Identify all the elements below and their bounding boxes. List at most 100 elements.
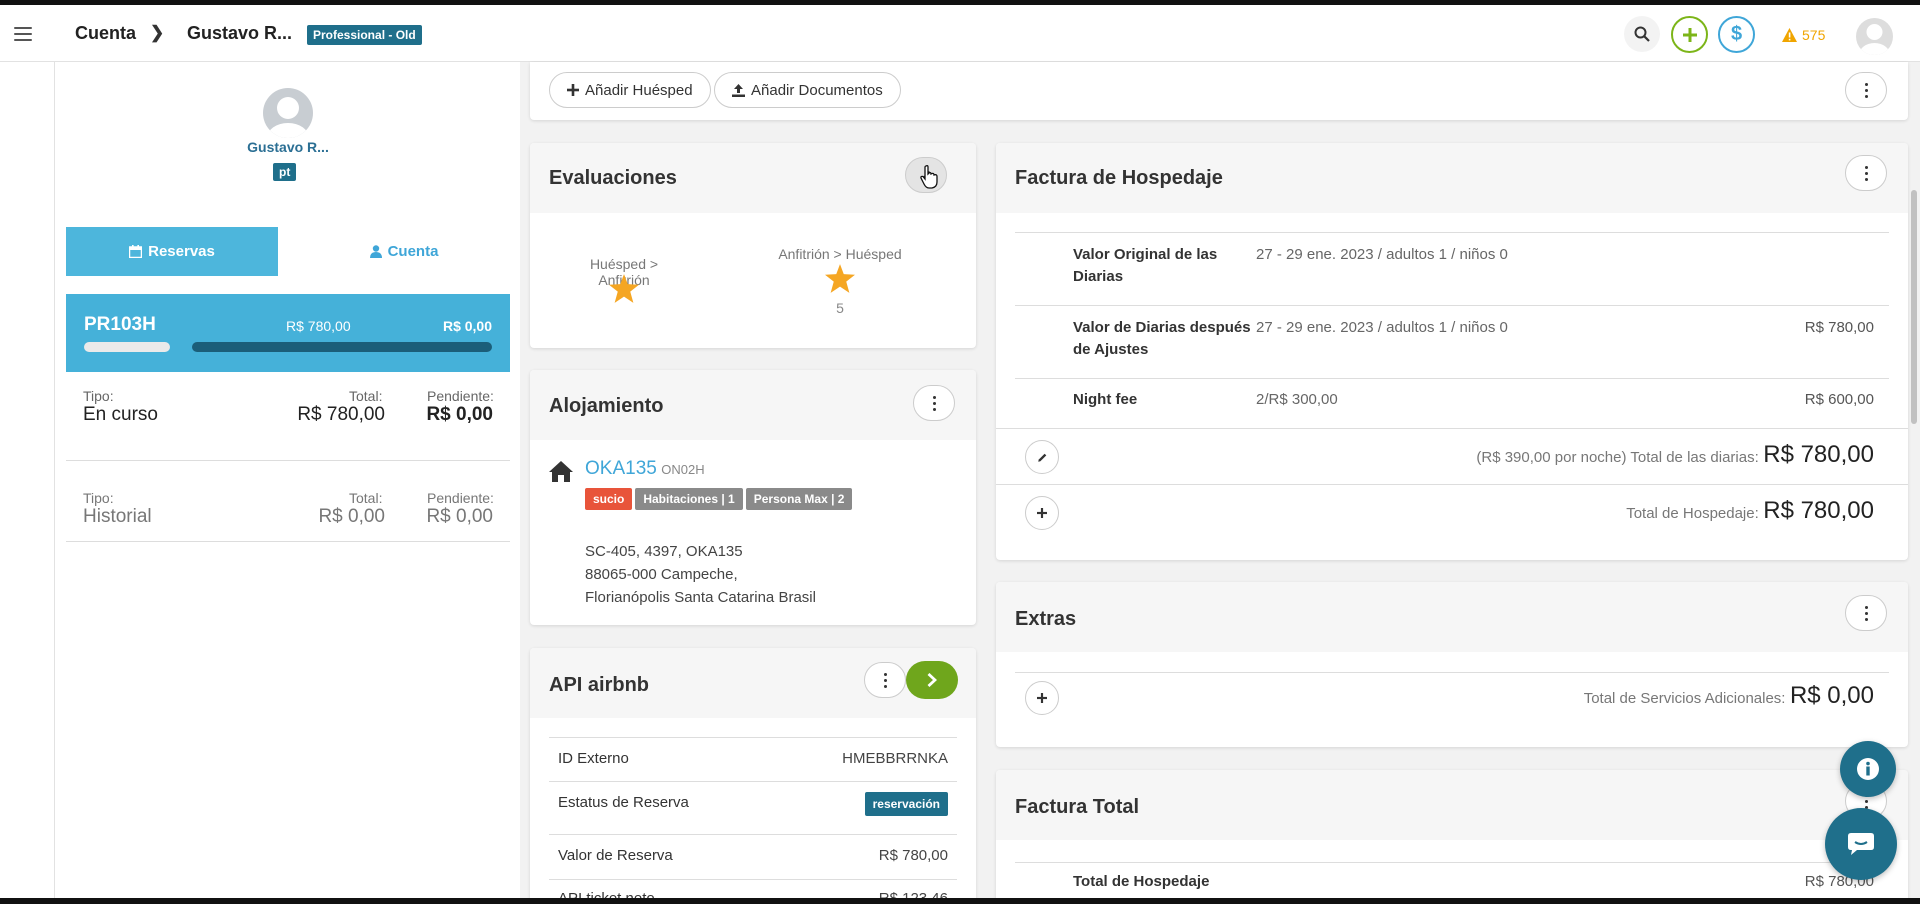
booking-code: PR103H [84, 314, 156, 335]
add-guest-button[interactable]: Añadir Huésped [549, 72, 711, 108]
address-line: Florianópolis Santa Catarina Brasil [585, 589, 816, 606]
warning-indicator[interactable]: 575 [1782, 27, 1825, 43]
add-extra-button[interactable] [1025, 681, 1059, 715]
booking-card[interactable]: PR103H R$ 780,00 R$ 0,00 [66, 294, 510, 372]
payment-progress-fill [192, 342, 492, 352]
window-frame-bottom [0, 898, 1920, 904]
alojamiento-more-button[interactable] [913, 385, 955, 421]
star-icon [609, 274, 639, 303]
property-tags: sucio Habitaciones | 1 Persona Max | 2 [585, 488, 855, 510]
invoice-row-detail: 27 - 29 ene. 2023 / adultos 1 / niños 0 [1256, 319, 1508, 336]
star-icon [825, 264, 855, 293]
chat-button[interactable] [1825, 808, 1897, 880]
breadcrumb-guest[interactable]: Gustavo R... [187, 23, 292, 44]
plan-badge: Professional - Old [307, 25, 422, 45]
summary-total-label: Total: [349, 388, 383, 404]
summary-type-label: Tipo: [83, 388, 114, 404]
user-avatar[interactable] [1856, 18, 1893, 55]
api-card: API airbnb ID Externo HMEBBRRNKA Estatus… [530, 648, 976, 904]
invoice-row-label: Valor de Diarias después de Ajustes [1073, 319, 1251, 358]
summary-total-value: R$ 780,00 [297, 404, 385, 425]
diarias-total-value: R$ 780,00 [1763, 441, 1874, 468]
property-title: OKA135 ON02H [585, 458, 705, 480]
invoice-row-label: Valor Original de las Diarias [1073, 246, 1218, 285]
edit-diarias-button[interactable] [1025, 440, 1059, 474]
api-title: API airbnb [549, 674, 650, 696]
factura-total-row-label: Total de Hospedaje [1073, 873, 1210, 890]
history-pending-label: Pendiente: [427, 490, 494, 506]
invoice-row-detail: 2/R$ 300,00 [1256, 391, 1338, 408]
extras-total: Total de Servicios Adicionales: R$ 0,00 [1584, 682, 1874, 710]
api-open-button[interactable] [906, 661, 958, 699]
extras-card: Extras Total de Servicios Adicionales: R… [996, 582, 1908, 747]
api-row-value: HMEBBRRNKA [842, 750, 948, 767]
divider [549, 834, 957, 835]
kebab-icon [1864, 604, 1868, 622]
user-icon [369, 245, 382, 258]
warning-count: 575 [1802, 27, 1826, 43]
extras-title: Extras [1015, 608, 1077, 630]
property-code-link[interactable]: OKA135 [585, 458, 657, 479]
factura-hospedaje-title: Factura de Hospedaje [1015, 167, 1223, 189]
tab-cuenta-label: Cuenta [387, 243, 439, 260]
evaluaciones-card: Evaluaciones Huésped > Anfitrión Anfitri… [530, 143, 976, 348]
info-button[interactable] [1840, 741, 1896, 797]
rooms-tag: Habitaciones | 1 [635, 488, 743, 510]
add-button[interactable] [1671, 16, 1708, 53]
invoice-row-amount: R$ 780,00 [1804, 319, 1874, 336]
summary-pending-label: Pendiente: [427, 388, 494, 404]
divider [549, 737, 957, 738]
payment-button[interactable]: $ [1718, 16, 1755, 53]
alojamiento-card: Alojamiento OKA135 ON02H sucio Habitacion… [530, 370, 976, 625]
chat-icon [1848, 833, 1874, 855]
invoice-row-label: Night fee [1073, 391, 1138, 408]
kebab-icon [932, 394, 936, 412]
chevron-right-icon [927, 673, 937, 687]
divider [1015, 232, 1889, 233]
add-guest-label: Añadir Huésped [585, 81, 693, 99]
plus-icon [1037, 508, 1047, 518]
factura-hospedaje-card: Factura de Hospedaje Valor Original de l… [996, 143, 1908, 560]
search-icon [1634, 26, 1650, 42]
divider [996, 428, 1908, 429]
alojamiento-title: Alojamiento [549, 395, 664, 417]
tab-reservas-label: Reservas [148, 243, 215, 260]
host-to-guest-label: Anfitrión > Huésped [778, 246, 902, 262]
kebab-icon [1864, 81, 1868, 99]
add-hospedaje-item-button[interactable] [1025, 496, 1059, 530]
status-tag: sucio [585, 488, 633, 510]
history-total-value: R$ 0,00 [318, 506, 385, 527]
divider [66, 460, 510, 461]
menu-icon[interactable] [14, 27, 32, 41]
tab-reservas[interactable]: Reservas [66, 227, 278, 276]
divider [1015, 862, 1889, 863]
kebab-icon [883, 671, 887, 689]
guest-panel [55, 62, 520, 898]
api-more-button[interactable] [864, 662, 906, 698]
scrollbar[interactable] [1911, 190, 1917, 424]
guest-name[interactable]: Gustavo R... [238, 139, 338, 155]
breadcrumb-root[interactable]: Cuenta [75, 23, 136, 44]
extras-header [996, 582, 1908, 652]
booking-total: R$ 780,00 [286, 318, 351, 334]
summary-type-value: En curso [83, 404, 158, 425]
hospedaje-total-label: Total de Hospedaje: [1626, 505, 1759, 522]
warning-icon [1782, 28, 1797, 42]
divider [1015, 672, 1889, 673]
payment-progress-track [84, 342, 170, 352]
address-line: SC-405, 4397, OKA135 [585, 543, 743, 560]
add-documents-button[interactable]: Añadir Documentos [714, 72, 901, 108]
actions-more-button[interactable] [1845, 72, 1887, 108]
tab-cuenta[interactable]: Cuenta [298, 227, 510, 276]
search-button[interactable] [1624, 16, 1660, 52]
factura-more-button[interactable] [1845, 155, 1887, 191]
divider [549, 879, 957, 880]
divider [1015, 305, 1889, 306]
extras-more-button[interactable] [1845, 595, 1887, 631]
property-subcode: ON02H [661, 462, 705, 477]
divider [549, 781, 957, 782]
history-total-label: Total: [349, 490, 383, 506]
upload-icon [732, 83, 745, 97]
history-pending-value: R$ 0,00 [426, 506, 493, 527]
plus-icon [1037, 693, 1047, 703]
